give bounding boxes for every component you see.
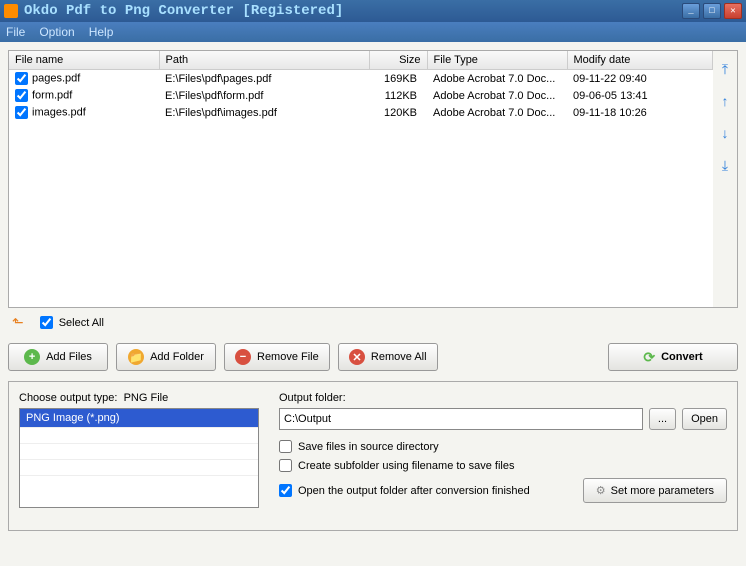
output-type-list[interactable]: PNG Image (*.png) (19, 408, 259, 508)
move-bottom-icon[interactable]: ⤓ (717, 157, 733, 173)
subfolder-label: Create subfolder using filename to save … (298, 460, 514, 472)
output-type-option[interactable]: PNG Image (*.png) (20, 409, 258, 427)
remove-file-button[interactable]: − Remove File (224, 343, 330, 371)
select-all-checkbox[interactable] (40, 316, 53, 329)
subfolder-checkbox[interactable] (279, 459, 292, 472)
folder-icon: 📁 (128, 349, 144, 365)
add-files-button[interactable]: + Add Files (8, 343, 108, 371)
minus-icon: − (235, 349, 251, 365)
table-row[interactable]: pages.pdfE:\Files\pdf\pages.pdf169KBAdob… (9, 70, 713, 88)
convert-icon: ⟳ (643, 349, 655, 366)
open-folder-button[interactable]: Open (682, 408, 727, 430)
table-row[interactable]: images.pdfE:\Files\pdf\images.pdf120KBAd… (9, 104, 713, 121)
row-checkbox[interactable] (15, 72, 28, 85)
file-table: File name Path Size File Type Modify dat… (9, 51, 713, 121)
gear-icon: ⚙ (596, 484, 606, 497)
open-after-label: Open the output folder after conversion … (298, 485, 530, 497)
menu-help[interactable]: Help (89, 25, 114, 39)
col-filetype[interactable]: File Type (427, 51, 567, 70)
file-list-panel: File name Path Size File Type Modify dat… (8, 50, 738, 308)
up-level-icon[interactable]: ⬑ (12, 314, 24, 331)
col-size[interactable]: Size (369, 51, 427, 70)
remove-all-button[interactable]: ✕ Remove All (338, 343, 438, 371)
maximize-button[interactable]: □ (703, 3, 721, 19)
reorder-arrows: ⤒ ↑ ↓ ⤓ (713, 51, 737, 307)
save-source-label: Save files in source directory (298, 441, 439, 453)
minimize-button[interactable]: _ (682, 3, 700, 19)
plus-icon: + (24, 349, 40, 365)
set-parameters-button[interactable]: ⚙ Set more parameters (583, 478, 727, 503)
convert-button[interactable]: ⟳ Convert (608, 343, 738, 371)
window-title: Okdo Pdf to Png Converter [Registered] (24, 3, 682, 19)
menu-option[interactable]: Option (39, 25, 74, 39)
output-folder-input[interactable] (279, 408, 643, 430)
move-top-icon[interactable]: ⤒ (717, 61, 733, 77)
move-up-icon[interactable]: ↑ (717, 93, 733, 109)
output-type-current: PNG File (124, 392, 169, 404)
select-all-label: Select All (59, 317, 104, 329)
save-source-checkbox[interactable] (279, 440, 292, 453)
col-filename[interactable]: File name (9, 51, 159, 70)
open-after-checkbox[interactable] (279, 484, 292, 497)
col-path[interactable]: Path (159, 51, 369, 70)
app-logo-icon (4, 4, 18, 18)
close-button[interactable]: ✕ (724, 3, 742, 19)
row-checkbox[interactable] (15, 89, 28, 102)
menu-file[interactable]: File (6, 25, 25, 39)
table-row[interactable]: form.pdfE:\Files\pdf\form.pdf112KBAdobe … (9, 87, 713, 104)
col-modify[interactable]: Modify date (567, 51, 713, 70)
move-down-icon[interactable]: ↓ (717, 125, 733, 141)
add-folder-button[interactable]: 📁 Add Folder (116, 343, 216, 371)
titlebar: Okdo Pdf to Png Converter [Registered] _… (0, 0, 746, 22)
browse-button[interactable]: ... (649, 408, 676, 430)
x-icon: ✕ (349, 349, 365, 365)
menubar: File Option Help (0, 22, 746, 42)
row-checkbox[interactable] (15, 106, 28, 119)
output-folder-label: Output folder: (279, 392, 727, 404)
output-type-label: Choose output type: (19, 392, 117, 404)
